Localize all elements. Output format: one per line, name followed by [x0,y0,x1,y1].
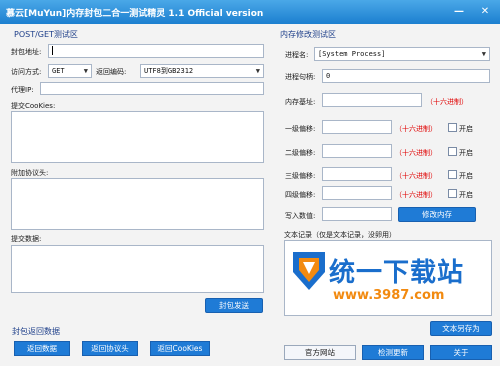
proxy-label: 代理IP: [11,86,34,94]
watermark-title: 统一下载站 [329,258,465,288]
check-update-button[interactable]: 检测更新 [362,345,424,360]
offset3-enable-checkbox[interactable] [448,170,457,179]
arrow-logo-icon [293,252,325,290]
save-text-as-button[interactable]: 文本另存为 [430,321,492,336]
handle-label: 进程句柄: [285,73,316,81]
encoding-value: UTF8到GB2312 [144,67,194,75]
offset2-enable-label: 开启 [459,149,473,157]
url-label: 封包地址: [11,48,42,56]
offset3-label: 三级偏移: [285,172,316,180]
return-data-button[interactable]: 返回数据 [14,341,70,356]
url-input[interactable] [48,44,264,58]
encoding-select[interactable]: UTF8到GB2312 ▼ [140,64,264,78]
postdata-label: 提交数据: [11,235,42,243]
offset4-label: 四级偏移: [285,191,316,199]
process-select[interactable]: [System Process] ▼ [314,47,490,61]
headers-textarea[interactable] [11,178,264,230]
modify-memory-button[interactable]: 修改内存 [398,207,476,222]
offset2-label: 二级偏移: [285,149,316,157]
proxy-input[interactable] [40,82,264,95]
text-cursor [52,46,53,55]
return-cookies-button[interactable]: 返回CooKies [150,341,210,356]
offset4-input[interactable] [322,186,392,200]
method-label: 访问方式: [11,68,42,76]
cookies-textarea[interactable] [11,111,264,163]
write-value-input[interactable] [322,207,392,221]
offset3-input[interactable] [322,167,392,181]
about-button[interactable]: 关于 [430,345,492,360]
offset1-enable-label: 开启 [459,125,473,133]
handle-input[interactable]: 0 [322,69,490,83]
headers-label: 附加协议头: [11,169,49,177]
return-section-title: 封包返回数据 [12,327,60,336]
offset2-input[interactable] [322,144,392,158]
method-select[interactable]: GET ▼ [48,64,92,78]
hex-note: （十六进制） [426,98,468,106]
cookies-label: 提交CooKies: [11,102,56,110]
offset1-input[interactable] [322,120,392,134]
offset4-enable-label: 开启 [459,191,473,199]
offset3-hex-note: （十六进制） [395,172,437,180]
offset3-enable-label: 开启 [459,172,473,180]
offset4-enable-checkbox[interactable] [448,189,457,198]
offset1-label: 一级偏移: [285,125,316,133]
postdata-textarea[interactable] [11,245,264,293]
window-title: 慕云[MuYun]内存封包二合一测试精灵 1.1 Official versio… [6,9,264,19]
method-value: GET [52,67,65,75]
send-packet-button[interactable]: 封包发送 [205,298,263,313]
post-get-section-title: POST/GET测试区 [14,30,78,39]
base-address-label: 内存基址: [285,98,316,106]
chevron-down-icon: ▼ [83,67,88,75]
chevron-down-icon: ▼ [481,50,486,58]
minimize-button[interactable]: — [448,0,470,24]
text-log-label: 文本记录（仅是文本记录，没卵用） [284,231,396,239]
offset2-hex-note: （十六进制） [395,149,437,157]
return-headers-button[interactable]: 返回协议头 [82,341,138,356]
watermark-url: www.3987.com [333,288,445,303]
title-bar[interactable]: 慕云[MuYun]内存封包二合一测试精灵 1.1 Official versio… [0,0,500,24]
memory-section-title: 内存修改测试区 [280,30,336,39]
write-value-label: 写入数值: [285,212,316,220]
process-label: 进程名: [285,51,309,59]
chevron-down-icon: ▼ [255,67,260,75]
process-value: [System Process] [318,50,386,58]
encoding-label: 返回编码: [96,68,127,76]
offset1-hex-note: （十六进制） [395,125,437,133]
offset4-hex-note: （十六进制） [395,191,437,199]
site-watermark-logo: 统一下载站 www.3987.com [289,246,469,314]
close-button[interactable]: ✕ [474,0,496,24]
official-website-button[interactable]: 官方网站 [284,345,356,360]
base-address-input[interactable] [322,93,422,107]
offset1-enable-checkbox[interactable] [448,123,457,132]
offset2-enable-checkbox[interactable] [448,147,457,156]
app-window: 慕云[MuYun]内存封包二合一测试精灵 1.1 Official versio… [0,0,500,366]
